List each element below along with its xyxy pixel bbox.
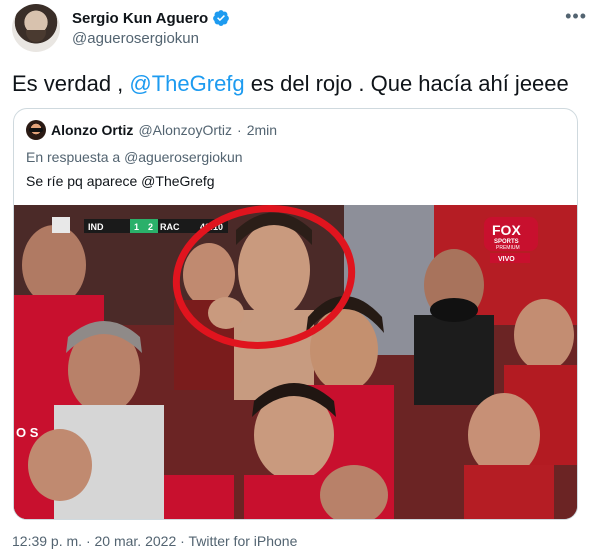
svg-text:FOX: FOX (492, 222, 521, 238)
footer-separator: · (85, 533, 91, 549)
tweet-time[interactable]: 12:39 p. m. (12, 533, 82, 549)
quoted-tweet[interactable]: Alonzo Ortiz @AlonzoyOrtiz · 2min En res… (13, 108, 578, 520)
tweet-text: Es verdad , @TheGrefg es del rojo . Que … (12, 70, 569, 98)
author-display-name[interactable]: Sergio Kun Aguero (72, 10, 208, 27)
score-away: 2 (148, 222, 153, 232)
svg-text:PREMIUM: PREMIUM (496, 245, 520, 251)
quoted-author-name: Alonzo Ortiz (51, 122, 134, 138)
tweet-text-before: Es verdad , (12, 71, 130, 96)
footer-separator: · (180, 533, 185, 549)
more-icon[interactable]: ••• (565, 7, 587, 25)
tweet-header: Sergio Kun Aguero @aguerosergiokun ••• (12, 4, 587, 56)
author-handle[interactable]: @aguerosergiokun (72, 30, 199, 47)
jersey-text: O S (16, 425, 39, 440)
fox-sports-logo: FOX SPORTS PREMIUM VIVO (484, 217, 538, 263)
quoted-separator: · (237, 122, 242, 138)
reply-to-handle[interactable]: @aguerosergiokun (124, 149, 243, 165)
quoted-media-image[interactable]: O S IND 1 2 RAC 40:10 FOX SPORTS PREMIUM… (14, 205, 577, 519)
author-name-line: Sergio Kun Aguero (72, 9, 230, 27)
quoted-author-handle: @AlonzoyOrtiz (138, 122, 233, 138)
reply-prefix: En respuesta a (26, 149, 125, 165)
author-avatar[interactable] (12, 4, 60, 52)
mention-link[interactable]: @TheGrefg (129, 71, 244, 96)
team-home: IND (88, 222, 104, 232)
quoted-author-avatar (26, 120, 46, 140)
live-label: VIVO (498, 256, 515, 263)
quoted-timestamp: 2min (246, 122, 278, 138)
tweet-text-after: es del rojo . Que hacía ahí jeeee (244, 71, 569, 96)
tweet-source[interactable]: Twitter for iPhone (188, 533, 297, 549)
quoted-tweet-header: Alonzo Ortiz @AlonzoyOrtiz · 2min (26, 120, 277, 140)
quoted-tweet-text: Se ríe pq aparece @TheGrefg (26, 173, 215, 189)
tweet-date[interactable]: 20 mar. 2022 (95, 533, 177, 549)
broadcast-still: O S IND 1 2 RAC 40:10 FOX SPORTS PREMIUM… (14, 205, 577, 519)
tweet-footer: 12:39 p. m. · 20 mar. 2022 · Twitter for… (12, 533, 297, 549)
verified-badge-icon (213, 10, 229, 26)
score-home: 1 (134, 222, 139, 232)
team-away: RAC (160, 222, 180, 232)
reply-context: En respuesta a @aguerosergiokun (26, 149, 243, 165)
